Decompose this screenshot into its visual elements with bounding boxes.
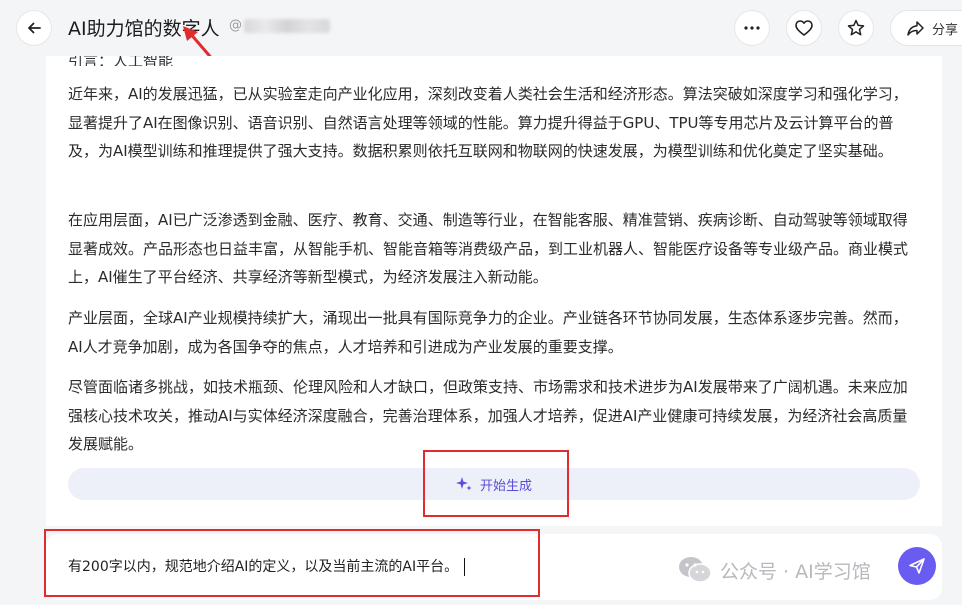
more-horizontal-icon: [744, 26, 760, 30]
wechat-icon: [679, 557, 712, 583]
generate-button[interactable]: 开始生成: [68, 468, 920, 500]
like-button[interactable]: [786, 10, 822, 46]
text-caret: [464, 558, 466, 576]
generate-label: 开始生成: [479, 478, 532, 494]
watermark-text: 公众号 · AI学习馆: [720, 560, 871, 583]
share-icon: [907, 20, 924, 36]
article-card: 引言：人工智能 近年来，AI的发展迅猛，已从实验室走向产业化应用，深刻改变着人类…: [46, 56, 942, 526]
sparkle-icon: [455, 477, 472, 491]
arrow-left-icon: [28, 22, 41, 34]
heart-icon: [795, 20, 813, 36]
share-label: 分享: [932, 22, 959, 38]
back-button[interactable]: [16, 10, 52, 46]
article-paragraph-2: 在应用层面，AI已广泛渗透到金融、医疗、教育、交通、制造等行业，在智能客服、精准…: [68, 211, 909, 286]
send-button[interactable]: [898, 547, 936, 585]
star-icon: [847, 19, 865, 36]
author-handle-prefix: @: [229, 18, 242, 33]
top-bar: AI助力馆的数字人 @ 分享: [0, 0, 962, 70]
prompt-input-value: 有200字以内，规范地介绍AI的定义，以及当前主流的AI平台。: [68, 559, 459, 575]
article-paragraph-4: 尽管面临诸多挑战，如技术瓶颈、伦理风险和人才缺口，但政策支持、市场需求和技术进步…: [68, 378, 908, 453]
favorite-button[interactable]: [838, 10, 874, 46]
author-handle: @: [229, 18, 330, 33]
watermark: 公众号 · AI学习馆: [678, 556, 871, 584]
more-button[interactable]: [734, 10, 770, 46]
article-paragraph-3: 产业层面，全球AI产业规模持续扩大，涌现出一批具有国际竞争力的企业。产业链各环节…: [68, 309, 908, 356]
share-button[interactable]: 分享: [890, 10, 962, 46]
article-paragraph-1: 近年来，AI的发展迅猛，已从实验室走向产业化应用，深刻改变着人类社会生活和经济形…: [68, 85, 908, 160]
blurred-handle: [244, 18, 330, 33]
prompt-input[interactable]: 有200字以内，规范地介绍AI的定义，以及当前主流的AI平台。: [68, 556, 466, 576]
send-icon: [909, 558, 925, 574]
clipped-heading: 引言：人工智能: [68, 56, 174, 66]
